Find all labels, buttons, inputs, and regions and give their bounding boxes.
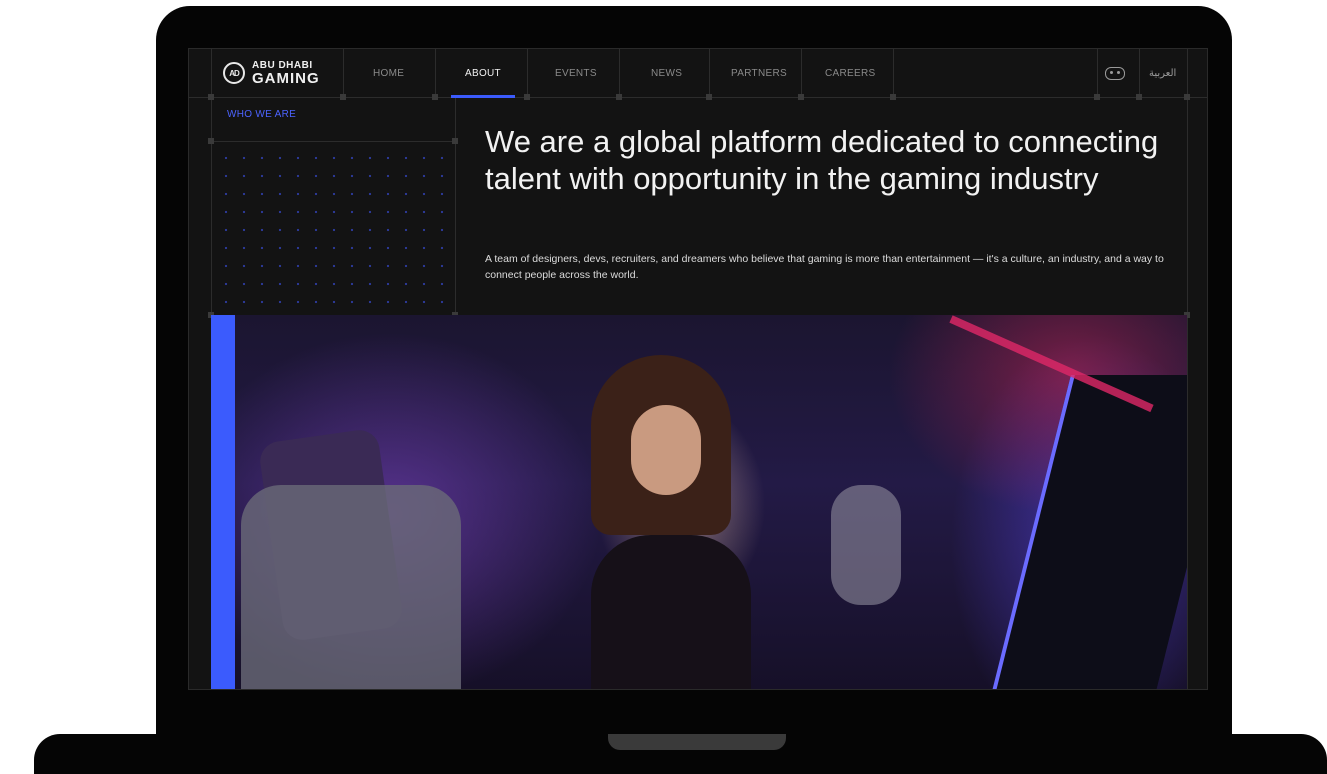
laptop-notch	[608, 734, 786, 750]
photo-accent-bar	[211, 315, 235, 689]
nav-home[interactable]: HOME	[373, 49, 404, 97]
grid-line	[709, 49, 710, 97]
grid-line	[1097, 49, 1098, 97]
logo-line-2: GAMING	[252, 69, 320, 87]
grid-line	[801, 49, 802, 97]
boy-foreground-shape	[241, 485, 461, 689]
hero-subtext: A team of designers, devs, recruiters, a…	[485, 253, 1164, 281]
monitor-shape	[991, 375, 1187, 689]
hero-headline: We are a global platform dedicated to co…	[485, 124, 1159, 196]
grid-line	[211, 141, 455, 142]
grid-node	[1094, 94, 1100, 100]
neon-strip-shape	[949, 315, 1154, 413]
girl-face-shape	[631, 405, 701, 495]
grid-node	[890, 94, 896, 100]
nav-news[interactable]: NEWS	[651, 49, 682, 97]
background-player-shape	[831, 485, 901, 605]
grid-line	[343, 49, 344, 97]
grid-node	[1136, 94, 1142, 100]
nav-careers[interactable]: CAREERS	[825, 49, 875, 97]
hero-photo	[211, 315, 1187, 689]
girl-shirt-shape	[591, 535, 751, 689]
grid-node	[524, 94, 530, 100]
section-eyebrow: WHO WE ARE	[227, 109, 297, 120]
grid-node	[798, 94, 804, 100]
grid-line	[1187, 49, 1188, 689]
grid-node	[706, 94, 712, 100]
nav-active-indicator	[451, 95, 515, 98]
logo-mark-icon: AD	[223, 62, 245, 84]
nav-partners[interactable]: PARTNERS	[731, 49, 787, 97]
grid-node	[340, 94, 346, 100]
logo-wordmark: ABU DHABI GAMING	[252, 59, 320, 87]
nav-events[interactable]: EVENTS	[555, 49, 597, 97]
grid-line	[1139, 49, 1140, 97]
site-logo[interactable]: AD ABU DHABI GAMING	[223, 59, 320, 87]
discord-icon[interactable]	[1105, 67, 1125, 80]
grid-node	[1184, 94, 1190, 100]
grid-line	[893, 49, 894, 97]
logo-line-1: ABU DHABI	[252, 59, 313, 71]
grid-line	[527, 49, 528, 97]
grid-node	[432, 94, 438, 100]
grid-node	[616, 94, 622, 100]
grid-line	[435, 49, 436, 97]
website-screen: AD ABU DHABI GAMING HOME ABOUT EVENTS NE…	[188, 48, 1208, 690]
language-switch[interactable]: العربية	[1149, 49, 1176, 97]
grid-line	[619, 49, 620, 97]
grid-line	[455, 97, 456, 315]
grid-node	[208, 94, 214, 100]
dot-pattern-panel	[211, 143, 455, 315]
nav-about[interactable]: ABOUT	[465, 49, 501, 97]
